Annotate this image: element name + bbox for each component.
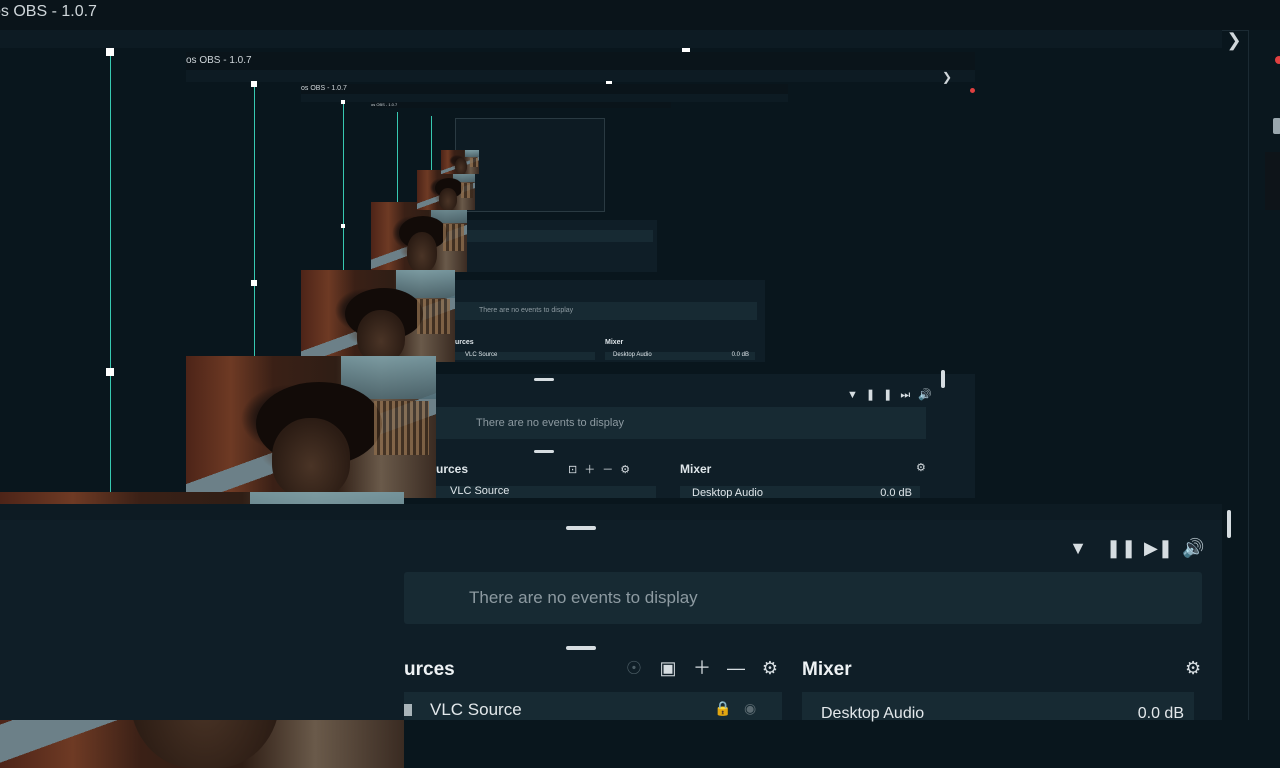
sources-toolbar: ☉ ▣ ＋ — ⚙ [624,658,780,678]
source-name-mini: VLC Source [450,485,510,497]
folder-add-icon[interactable]: ▣ [658,658,678,678]
eye-icon[interactable]: ◉ [744,700,756,717]
events-dock-drag-handle[interactable] [566,526,596,530]
events-panel-mini [467,230,653,242]
webcam-source-image [417,170,475,210]
source-type-icon [404,704,412,716]
chevron-right-icon[interactable]: ❯ [1222,30,1246,50]
mixer-row-mini: Desktop Audio 0.0 dB [680,486,920,498]
nested-window-title: os OBS - 1.0.7 [301,84,788,94]
lock-icon[interactable]: 🔒 [714,700,731,717]
events-empty-text-mini: There are no events to display [476,417,624,429]
webcam-source-image [371,202,467,272]
events-toolbar-mini: ▼❚❚⏭🔊 [847,389,940,401]
resize-handle [341,100,345,104]
mixer-name-mini: Desktop Audio [613,352,652,358]
top-strip [0,30,1222,48]
resize-handle [341,224,345,228]
sources-dock-drag-handle[interactable] [566,646,596,650]
mixer-heading: Mixer [802,659,852,680]
visibility-toggle-icon[interactable]: ☉ [624,658,644,678]
gear-icon: ⚙ [916,462,926,474]
source-list-item[interactable]: VLC Source 🔒 ◉ [404,692,782,720]
mixer-name-mini: Desktop Audio [692,487,763,498]
mixer-level-mini: 0.0 dB [880,487,912,498]
resize-handle [251,280,257,286]
dock-drag-handle [534,450,554,453]
resize-handle[interactable] [106,368,114,376]
mixer-channel-name: Desktop Audio [821,705,925,722]
guide-line [343,100,344,270]
webcam-source-image [441,150,479,174]
guide-line [254,82,255,357]
mixer-heading-mini: Mixer [680,462,712,476]
chevron-right-icon: ❯ [942,70,953,84]
record-indicator-icon [970,88,975,93]
mixer-channel: Desktop Audio 0.0 dB [802,692,1194,722]
guide-line [110,48,111,492]
mixer-heading-mini: Mixer [605,339,624,346]
filter-icon[interactable]: ▼ [1068,538,1088,558]
record-indicator-icon [1275,56,1280,64]
sources-heading: urces [404,659,455,680]
source-row-mini: VLC Source [455,352,595,360]
dock-divider [0,504,1222,520]
gear-icon[interactable]: ⚙ [760,658,780,678]
mixer-gear-icon[interactable]: ⚙ [1185,658,1201,679]
window-title: os OBS - 1.0.7 [0,3,97,20]
sources-heading-mini: urces [436,462,469,476]
source-name: VLC Source [430,700,522,719]
mixer-channel-level: 0.0 dB [1137,705,1184,722]
pause-icon[interactable]: ❚❚ [1106,538,1136,558]
volume-icon[interactable]: 🔊 [1182,538,1204,558]
mixer-row-mini: Desktop Audio 0.0 dB [605,352,755,360]
nested-obs-window: os OBS - 1.0.7 [371,102,671,272]
events-toolbar: ▼ ❚❚ ▶❚ 🔊 [1068,538,1204,558]
resize-handle[interactable] [106,48,114,56]
events-panel-mini: There are no events to display [436,407,926,439]
resize-handle [251,81,257,87]
window-titlebar: os OBS - 1.0.7 [0,0,1280,31]
webcam-source-image [186,356,436,498]
nested-window-title: os OBS - 1.0.7 [186,52,975,70]
mixer-level-mini: 0.0 dB [731,352,749,358]
sources-toolbar-mini: ⊡＋－⚙ [568,464,638,476]
side-panel-icon[interactable] [1273,118,1280,134]
nested-obs-window: os OBS - 1.0.7 ❯ There are no events to … [186,52,975,498]
studio-preview[interactable]: os OBS - 1.0.7 ❯ There are no events to … [0,48,1215,768]
source-row-mini: VLC Source [436,485,656,498]
webcam-source-image [301,270,455,362]
source-name-mini: VLC Source [465,352,498,358]
nested-obs-window: os OBS - 1.0.7 There are no events to di… [301,84,788,362]
events-panel-mini: There are no events to display [455,302,757,320]
scrollbar-thumb [941,370,945,388]
guide-line [397,112,398,216]
events-panel: There are no events to display [404,572,1202,624]
nested-window-title: os OBS - 1.0.7 [371,102,671,108]
scrollbar-thumb[interactable] [1227,510,1231,538]
sources-heading-mini: urces [455,339,474,346]
skip-icon[interactable]: ▶❚ [1144,538,1173,558]
side-panel-block [1265,152,1280,210]
events-empty-text-mini: There are no events to display [479,307,574,314]
plus-icon[interactable]: ＋ [692,658,712,678]
events-empty-text: There are no events to display [469,588,698,607]
minus-icon[interactable]: — [726,658,746,678]
right-side-panel [1248,30,1280,720]
dock-drag-handle [534,378,554,381]
